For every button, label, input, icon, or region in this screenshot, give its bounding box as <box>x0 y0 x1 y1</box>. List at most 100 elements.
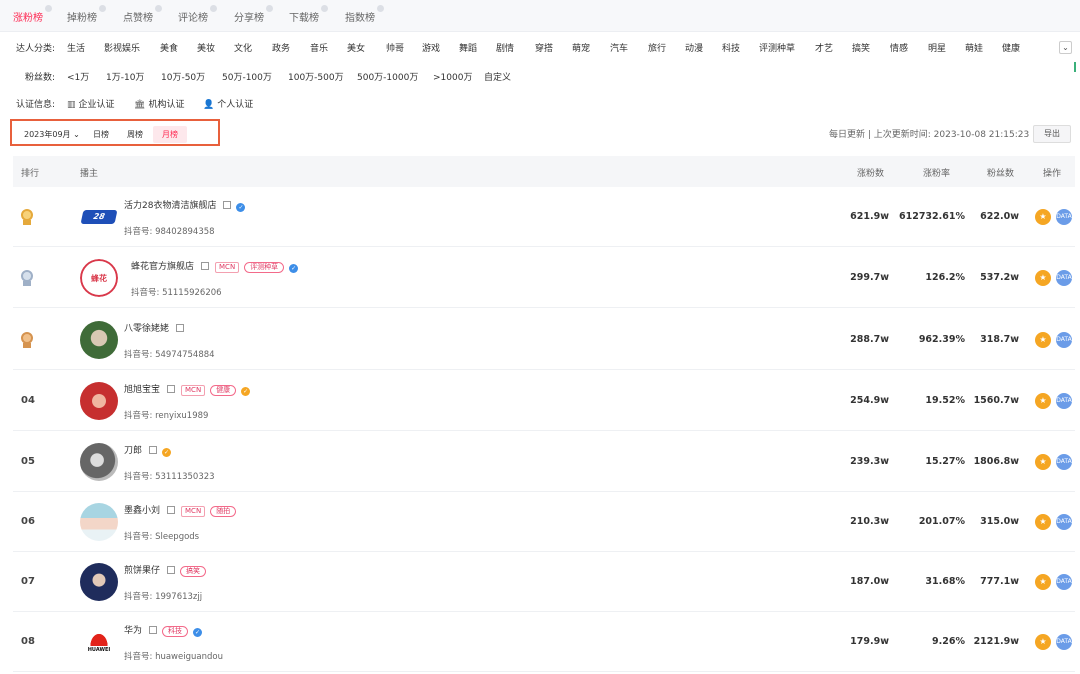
verified-icon: ✓ <box>241 387 251 396</box>
category-chip[interactable]: 文化 <box>234 41 252 54</box>
tab-fans-gain[interactable]: 涨粉榜 <box>13 5 52 24</box>
tab-index[interactable]: 指数榜 <box>345 5 384 24</box>
category-chip[interactable]: 美食 <box>160 41 178 54</box>
qr-code-icon[interactable] <box>201 262 210 270</box>
fans-count-value: 622.0w <box>980 211 1019 222</box>
tab-shares[interactable]: 分享榜 <box>234 5 273 24</box>
owner-name[interactable]: 墨鑫小刘 <box>124 506 160 516</box>
category-chip[interactable]: 萌宠 <box>572 41 590 54</box>
data-icon[interactable]: DATA <box>1056 454 1072 470</box>
star-icon[interactable]: ★ <box>1035 514 1051 530</box>
fans-range-chip[interactable]: 10万-50万 <box>161 70 205 83</box>
owner-name[interactable]: 蜂花官方旗舰店 <box>131 262 194 272</box>
header-gain[interactable]: 涨粉数 <box>857 166 884 179</box>
silver-medal-icon <box>21 270 33 286</box>
category-chip[interactable]: 萌娃 <box>965 41 983 54</box>
data-icon[interactable]: DATA <box>1056 270 1072 286</box>
category-chip[interactable]: 健康 <box>1002 41 1020 54</box>
category-chip[interactable]: 情感 <box>890 41 908 54</box>
cert-personal[interactable]: 👤 个人认证 <box>203 97 253 110</box>
fans-range-chip[interactable]: 自定义 <box>484 70 511 83</box>
month-select[interactable]: 2023年09月 ⌄ <box>24 129 80 140</box>
category-chip[interactable]: 才艺 <box>815 41 833 54</box>
qr-code-icon[interactable] <box>223 201 232 209</box>
avatar[interactable] <box>80 382 118 420</box>
avatar[interactable] <box>80 443 118 481</box>
category-chip[interactable]: 穿搭 <box>535 41 553 54</box>
fans-rate-value: 962.39% <box>918 334 965 345</box>
tab-comments[interactable]: 评论榜 <box>178 5 217 24</box>
owner-name[interactable]: 华为 <box>124 626 142 636</box>
category-chip[interactable]: 美女 <box>347 41 365 54</box>
fans-range-chip[interactable]: 1万-10万 <box>106 70 144 83</box>
category-chip[interactable]: 明星 <box>928 41 946 54</box>
avatar[interactable] <box>80 563 118 601</box>
category-chip[interactable]: 汽车 <box>610 41 628 54</box>
export-button[interactable]: 导出 <box>1033 125 1071 143</box>
category-chip[interactable]: 旅行 <box>648 41 666 54</box>
data-icon[interactable]: DATA <box>1056 574 1072 590</box>
category-chip[interactable]: 剧情 <box>496 41 514 54</box>
owner-name[interactable]: 活力28衣物清洁旗舰店 <box>124 201 216 211</box>
category-chip[interactable]: 游戏 <box>422 41 440 54</box>
owner-name[interactable]: 旭旭宝宝 <box>124 385 160 395</box>
star-icon[interactable]: ★ <box>1035 270 1051 286</box>
category-chip[interactable]: 政务 <box>272 41 290 54</box>
category-chip[interactable]: 美妆 <box>197 41 215 54</box>
data-icon[interactable]: DATA <box>1056 514 1072 530</box>
qr-code-icon[interactable] <box>167 566 176 574</box>
avatar[interactable] <box>80 503 118 541</box>
data-icon[interactable]: DATA <box>1056 209 1072 225</box>
star-icon[interactable]: ★ <box>1035 574 1051 590</box>
category-chip[interactable]: 舞蹈 <box>459 41 477 54</box>
star-icon[interactable]: ★ <box>1035 454 1051 470</box>
category-chip[interactable]: 音乐 <box>310 41 328 54</box>
category-chip[interactable]: 搞笑 <box>852 41 870 54</box>
fans-range-chip[interactable]: <1万 <box>67 70 89 83</box>
fans-count-value: 1560.7w <box>973 395 1019 406</box>
owner-name[interactable]: 刀郎 <box>124 446 142 456</box>
fans-count-value: 318.7w <box>980 334 1019 345</box>
category-chip[interactable]: 科技 <box>722 41 740 54</box>
owner-name[interactable]: 煎饼果仔 <box>124 566 160 576</box>
cert-enterprise[interactable]: ▥ 企业认证 <box>67 97 115 110</box>
category-chip[interactable]: 影视娱乐 <box>104 41 140 54</box>
star-icon[interactable]: ★ <box>1035 393 1051 409</box>
owner-name[interactable]: 八零徐姥姥 <box>124 324 169 334</box>
owner-name-line: 墨鑫小刘 MCN 随拍 <box>124 503 237 517</box>
qr-code-icon[interactable] <box>167 506 176 514</box>
tab-likes[interactable]: 点赞榜 <box>123 5 162 24</box>
data-icon[interactable]: DATA <box>1056 634 1072 650</box>
qr-code-icon[interactable] <box>176 324 185 332</box>
data-icon[interactable]: DATA <box>1056 332 1072 348</box>
fans-range-chip[interactable]: 50万-100万 <box>222 70 272 83</box>
tab-fans-loss[interactable]: 掉粉榜 <box>67 5 106 24</box>
fans-range-chip[interactable]: 500万-1000万 <box>357 70 418 83</box>
qr-code-icon[interactable] <box>167 385 176 393</box>
category-chip[interactable]: 动漫 <box>685 41 703 54</box>
qr-code-icon[interactable] <box>149 626 158 634</box>
avatar[interactable]: 蜂花 <box>80 259 118 297</box>
fans-range-chip[interactable]: 100万-500万 <box>288 70 344 83</box>
chevron-down-icon[interactable]: ⌄ <box>1059 41 1072 54</box>
period-weekly[interactable]: 周榜 <box>118 126 152 143</box>
category-chip[interactable]: 评测种草 <box>759 41 795 54</box>
star-icon[interactable]: ★ <box>1035 634 1051 650</box>
fans-gain-value: 254.9w <box>850 395 889 406</box>
avatar[interactable] <box>80 321 118 359</box>
avatar[interactable]: HUAWEI <box>80 623 118 661</box>
fans-range-chip[interactable]: >1000万 <box>433 70 472 83</box>
period-monthly[interactable]: 月榜 <box>153 126 187 143</box>
data-icon[interactable]: DATA <box>1056 393 1072 409</box>
header-rate[interactable]: 涨粉率 <box>923 166 950 179</box>
qr-code-icon[interactable] <box>149 446 158 454</box>
cert-institution[interactable]: 🏛 机构认证 <box>134 97 184 110</box>
tab-downloads[interactable]: 下载榜 <box>289 5 328 24</box>
period-daily[interactable]: 日榜 <box>84 126 118 143</box>
header-fans[interactable]: 粉丝数 <box>987 166 1014 179</box>
star-icon[interactable]: ★ <box>1035 332 1051 348</box>
category-chip[interactable]: 帅哥 <box>386 41 404 54</box>
category-chip[interactable]: 生活 <box>67 41 85 54</box>
avatar[interactable]: 28 <box>80 198 118 236</box>
star-icon[interactable]: ★ <box>1035 209 1051 225</box>
